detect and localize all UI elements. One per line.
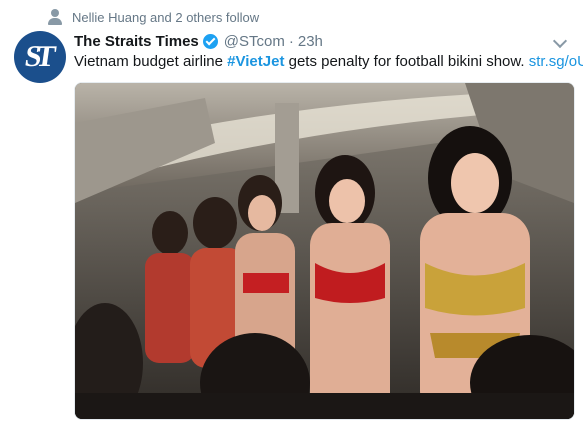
cabin-photo-illustration [75,83,574,419]
person-icon [48,9,62,25]
tweet-header: The Straits Times @STcom · 23h [74,30,569,52]
tweet-text-suffix: gets penalty for football bikini show. [284,53,529,70]
separator-dot: · [288,32,294,50]
tweet-photo[interactable] [74,82,575,420]
chevron-down-icon[interactable] [552,33,568,49]
display-name[interactable]: The Straits Times [74,33,199,50]
hashtag-link[interactable]: #VietJet [227,53,284,70]
tweet-text-prefix: Vietnam budget airline [74,53,228,70]
avatar-logo: ST [22,40,52,73]
social-context: Nellie Huang and 2 others follow [48,7,259,27]
timestamp[interactable]: 23h [298,33,323,50]
tweet-text: Vietnam budget airline #VietJet gets pen… [74,52,583,72]
verified-badge-icon [202,33,218,49]
avatar[interactable]: ST [14,31,66,83]
url-link[interactable]: str.sg/oUj8 [529,53,583,70]
user-handle[interactable]: @STcom [224,33,285,50]
social-context-text[interactable]: Nellie Huang and 2 others follow [72,10,259,25]
